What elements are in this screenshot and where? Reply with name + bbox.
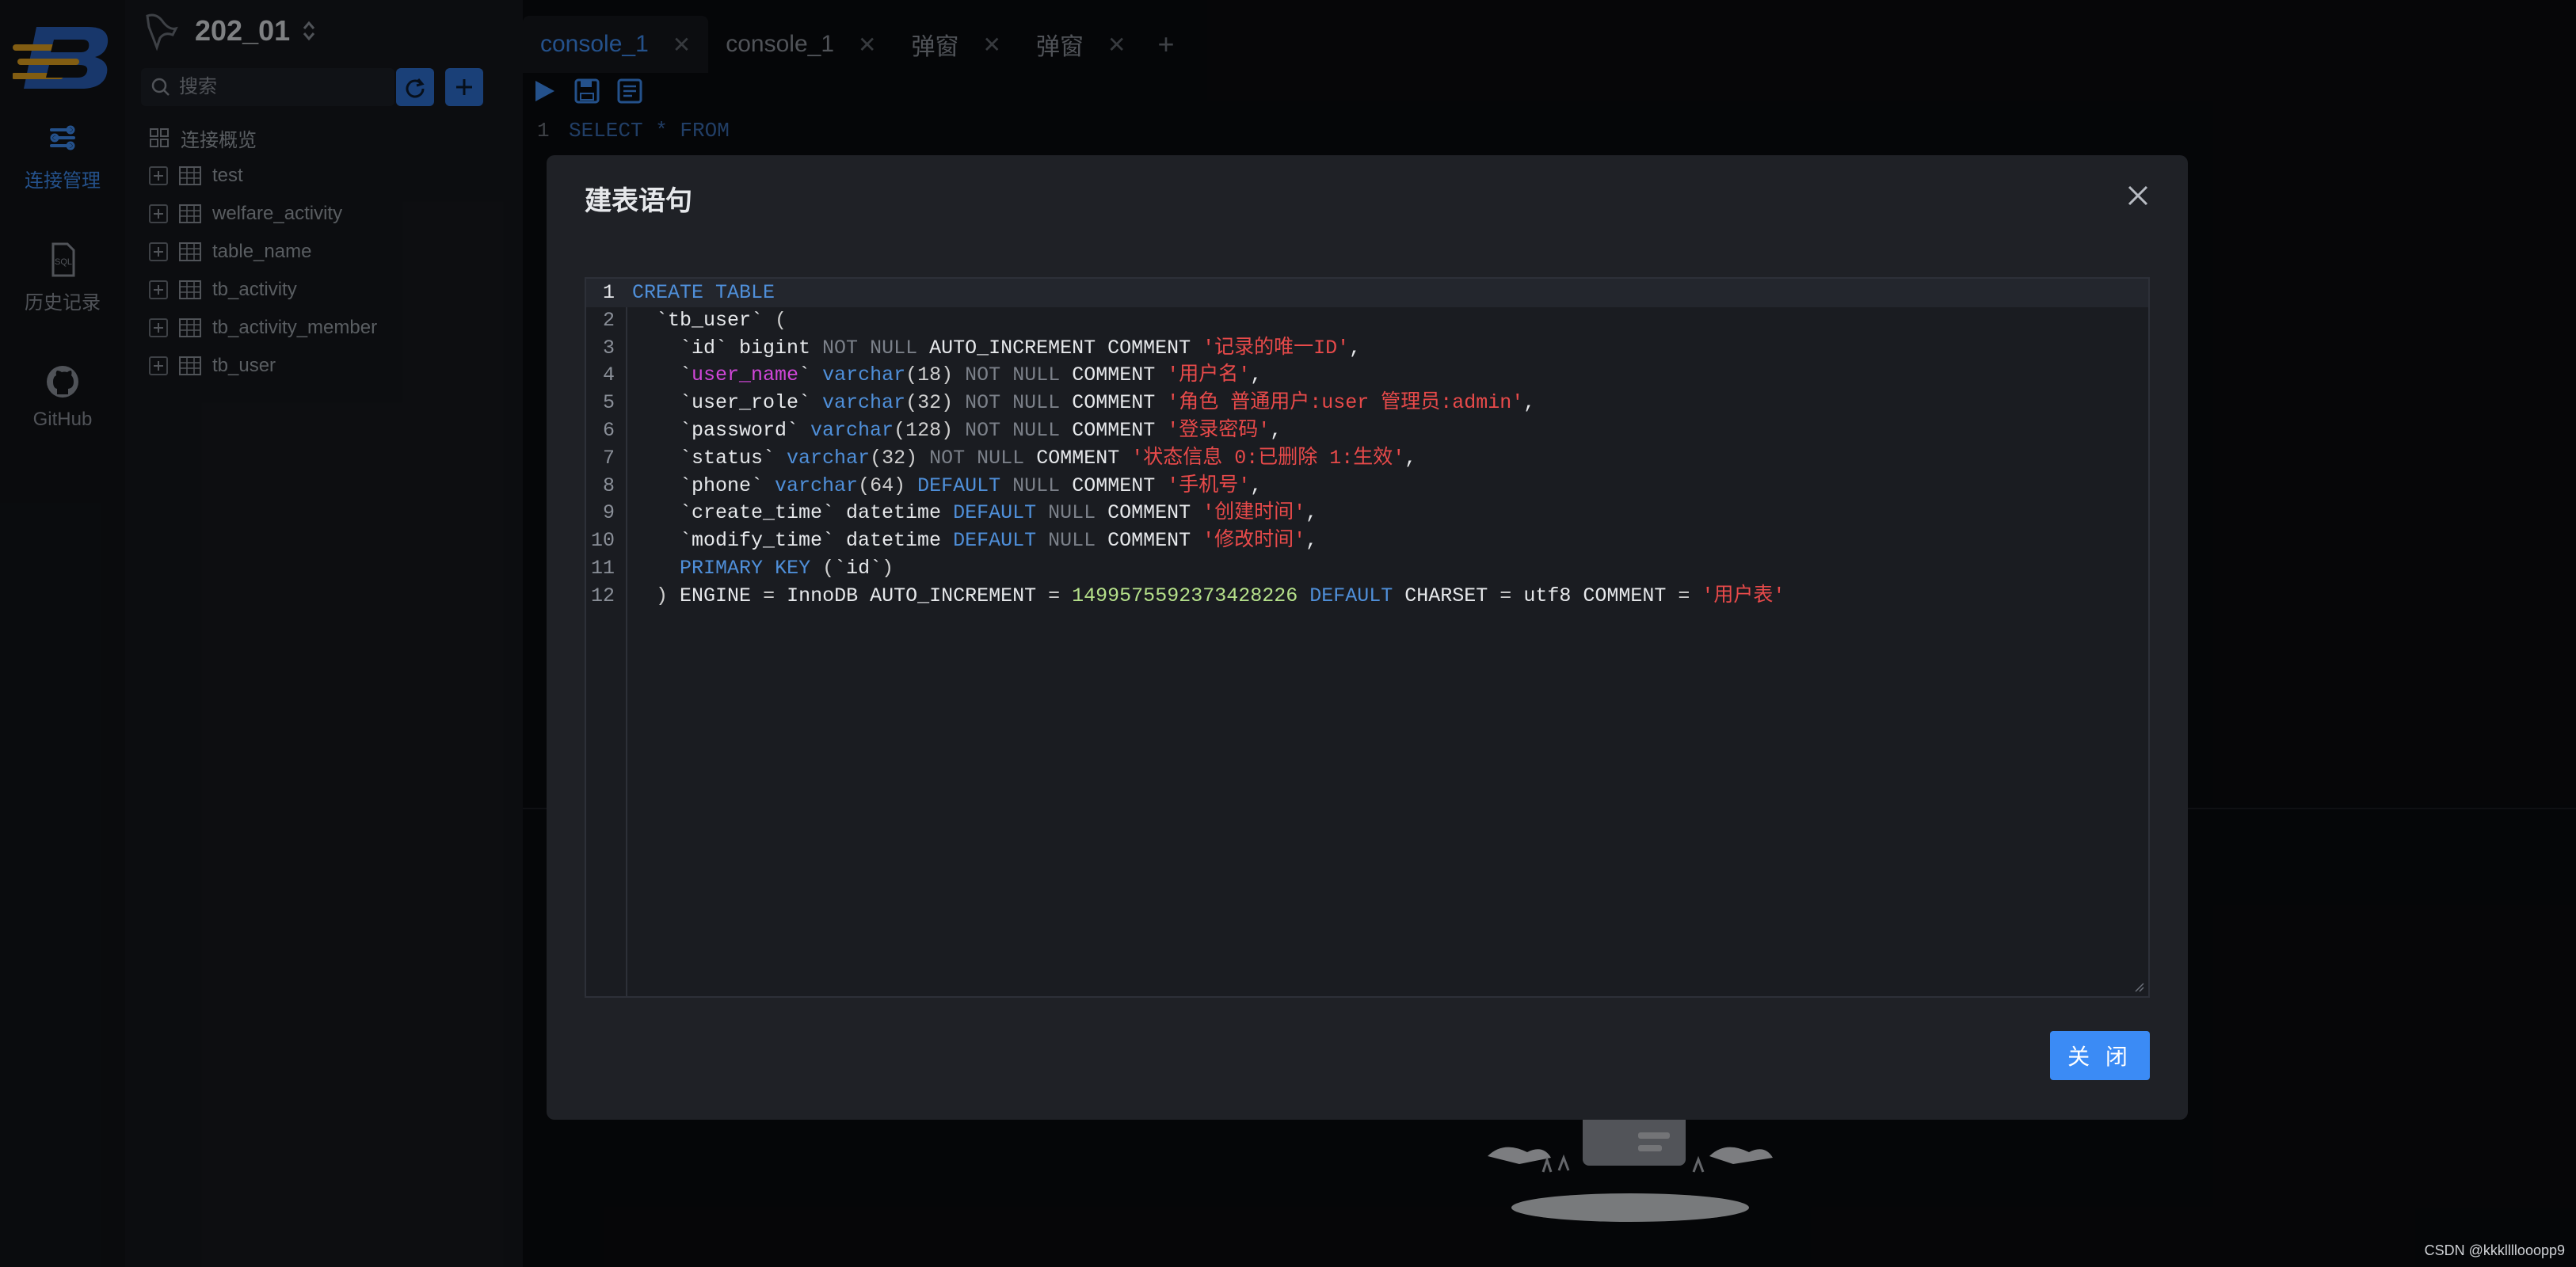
create-table-dialog: 建表语句 1 CREATE TABLE 2 `tb_user` (3 `id` bi… [547, 155, 2188, 1120]
code-line: 7 `status` varchar(32) NOT NULL COMMENT … [586, 444, 2148, 473]
close-icon[interactable] [2126, 184, 2150, 207]
code-line: 6 `password` varchar(128) NOT NULL COMME… [586, 417, 2148, 445]
line-number: 8 [602, 474, 615, 497]
watermark: CSDN @kkkllllooopp9 [2424, 1242, 2565, 1258]
code-text: `status` varchar(32) NOT NULL COMMENT '状… [632, 446, 1417, 470]
code-text: `modify_time` datetime DEFAULT NULL COMM… [632, 529, 1318, 553]
code-text: `id` bigint NOT NULL AUTO_INCREMENT COMM… [632, 336, 1362, 360]
code-text: `password` varchar(128) NOT NULL COMMENT… [632, 419, 1282, 442]
code-line: 5 `user_role` varchar(32) NOT NULL COMME… [586, 389, 2148, 417]
code-line: 2 `tb_user` ( [586, 306, 2148, 335]
line-number: 3 [602, 336, 615, 360]
code-line: 3 `id` bigint NOT NULL AUTO_INCREMENT CO… [586, 334, 2148, 363]
code-text: PRIMARY KEY (`id`) [680, 557, 894, 580]
code-line: 12 ) ENGINE = InnoDB AUTO_INCREMENT = 14… [586, 582, 2148, 611]
code-line: 9 `create_time` datetime DEFAULT NULL CO… [586, 499, 2148, 527]
line-number: 11 [590, 557, 615, 580]
line-number: 7 [602, 446, 615, 470]
line-number: 12 [590, 584, 615, 607]
code-line: 10 `modify_time` datetime DEFAULT NULL C… [586, 527, 2148, 555]
code-text: CREATE TABLE [632, 281, 775, 304]
line-number: 6 [602, 419, 615, 442]
line-number: 1 [602, 281, 615, 304]
code-text: `user_name` varchar(18) NOT NULL COMMENT… [632, 363, 1263, 387]
code-line: 8 `phone` varchar(64) DEFAULT NULL COMME… [586, 472, 2148, 500]
line-number: 9 [602, 501, 615, 525]
close-button[interactable]: 关 闭 [2050, 1031, 2150, 1080]
line-number: 2 [602, 308, 615, 332]
code-text: `phone` varchar(64) DEFAULT NULL COMMENT… [632, 474, 1263, 497]
code-text: ) ENGINE = InnoDB AUTO_INCREMENT = 14995… [656, 584, 1785, 607]
code-line: 11 PRIMARY KEY (`id`) [586, 554, 2148, 583]
sql-code-viewer[interactable]: 1 CREATE TABLE 2 `tb_user` (3 `id` bigint … [585, 277, 2150, 998]
dialog-title: 建表语句 [585, 186, 692, 216]
code-text: `tb_user` ( [632, 308, 787, 332]
line-number: 10 [590, 529, 615, 553]
line-number: 4 [602, 363, 615, 387]
line-number: 5 [602, 391, 615, 415]
code-line: 1 CREATE TABLE [586, 279, 2148, 307]
code-text: `user_role` varchar(32) NOT NULL COMMENT… [632, 391, 1536, 415]
code-text: `create_time` datetime DEFAULT NULL COMM… [632, 501, 1318, 525]
resize-handle-icon[interactable] [2134, 982, 2145, 993]
code-line: 4 `user_name` varchar(18) NOT NULL COMME… [586, 361, 2148, 390]
